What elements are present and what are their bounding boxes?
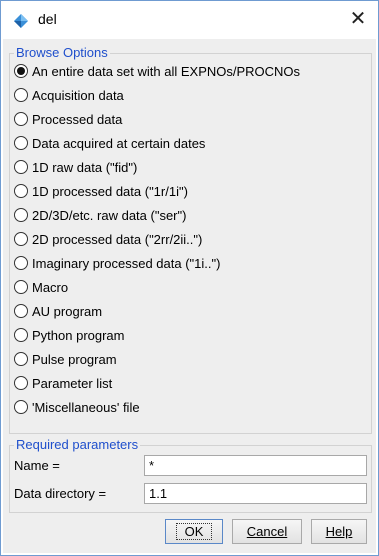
radio-imaginary-processed[interactable]: Imaginary processed data ("1i..") (14, 252, 220, 274)
browse-options-title: Browse Options (14, 45, 110, 61)
radio-entire-dataset[interactable]: An entire data set with all EXPNOs/PROCN… (14, 60, 300, 82)
radio-button[interactable] (14, 376, 28, 390)
radio-button[interactable] (14, 328, 28, 342)
radio-label: Pulse program (32, 351, 117, 367)
radio-label: Acquisition data (32, 87, 124, 103)
data-directory-label: Data directory = (14, 486, 107, 501)
radio-button[interactable] (14, 256, 28, 270)
ok-button[interactable]: OK (165, 519, 223, 544)
radio-1d-raw[interactable]: 1D raw data ("fid") (14, 156, 137, 178)
ok-button-label: OK (175, 523, 213, 540)
title-bar: del ✕ (1, 1, 378, 39)
dialog-content: Browse Options An entire data set with a… (3, 39, 376, 553)
window-title: del (38, 11, 57, 27)
radio-button[interactable] (14, 184, 28, 198)
radio-label: 1D processed data ("1r/1i") (32, 183, 188, 199)
radio-button[interactable] (14, 280, 28, 294)
radio-label: 2D/3D/etc. raw data ("ser") (32, 207, 187, 223)
radio-button[interactable] (14, 232, 28, 246)
radio-button-selected[interactable] (14, 64, 28, 78)
radio-button[interactable] (14, 136, 28, 150)
radio-button[interactable] (14, 304, 28, 318)
radio-acquisition-data[interactable]: Acquisition data (14, 84, 124, 106)
radio-certain-dates[interactable]: Data acquired at certain dates (14, 132, 205, 154)
radio-python-program[interactable]: Python program (14, 324, 125, 346)
radio-macro[interactable]: Macro (14, 276, 68, 298)
name-input[interactable] (144, 455, 367, 476)
radio-button[interactable] (14, 112, 28, 126)
radio-label: 'Miscellaneous' file (32, 399, 140, 415)
required-parameters-group: Required parameters Name = Data director… (9, 437, 372, 513)
radio-2d-processed[interactable]: 2D processed data ("2rr/2ii..") (14, 228, 202, 250)
radio-label: Data acquired at certain dates (32, 135, 206, 151)
required-parameters-title: Required parameters (14, 437, 141, 453)
radio-label: Macro (32, 279, 69, 295)
browse-options-group: Browse Options An entire data set with a… (9, 45, 372, 434)
radio-misc-file[interactable]: 'Miscellaneous' file (14, 396, 140, 418)
radio-label: AU program (32, 303, 103, 319)
radio-label: 2D processed data ("2rr/2ii..") (32, 231, 203, 247)
radio-au-program[interactable]: AU program (14, 300, 102, 322)
radio-button[interactable] (14, 352, 28, 366)
radio-label: Imaginary processed data ("1i..") (32, 255, 221, 271)
radio-label: Parameter list (32, 375, 113, 391)
del-dialog: del ✕ Browse Options An entire data set … (0, 0, 379, 556)
app-diamond-icon (14, 14, 28, 28)
radio-pulse-program[interactable]: Pulse program (14, 348, 117, 370)
cancel-button[interactable]: Cancel (232, 519, 302, 544)
radio-label: Python program (32, 327, 125, 343)
radio-1d-processed[interactable]: 1D processed data ("1r/1i") (14, 180, 188, 202)
help-button[interactable]: Help (311, 519, 367, 544)
close-button[interactable]: ✕ (347, 9, 369, 31)
radio-label: Processed data (32, 111, 123, 127)
name-label: Name = (14, 458, 60, 473)
radio-processed-data[interactable]: Processed data (14, 108, 122, 130)
radio-button[interactable] (14, 88, 28, 102)
radio-label: 1D raw data ("fid") (32, 159, 138, 175)
radio-parameter-list[interactable]: Parameter list (14, 372, 112, 394)
radio-2d3d-raw[interactable]: 2D/3D/etc. raw data ("ser") (14, 204, 186, 226)
radio-button[interactable] (14, 160, 28, 174)
radio-button[interactable] (14, 400, 28, 414)
radio-button[interactable] (14, 208, 28, 222)
data-directory-input[interactable] (144, 483, 367, 504)
radio-label: An entire data set with all EXPNOs/PROCN… (32, 63, 301, 79)
